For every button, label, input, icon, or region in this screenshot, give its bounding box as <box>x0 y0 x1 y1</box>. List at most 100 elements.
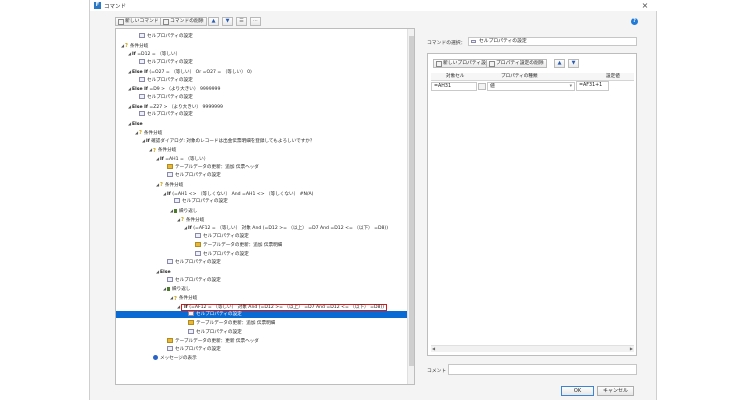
tree-row[interactable]: ◢? 条件分岐 <box>116 181 414 189</box>
delete-command-label: コマンドの削除 <box>170 19 204 24</box>
tree-row-keyword: If <box>160 156 164 162</box>
tree-row[interactable]: テーブルデータの更新：更新 伝票ヘッダ <box>116 337 414 345</box>
tree-row[interactable]: ◢If (=AF12 = （等しい） 対象 And (=D12 >= （以上） … <box>116 303 414 311</box>
tree-row[interactable]: ◢If =D12 = （等しい） <box>116 50 414 57</box>
tree-row-keyword: If <box>132 52 136 58</box>
tree-row[interactable]: セルプロパティの設定 <box>116 172 414 179</box>
tree-row-label: 繰り返し <box>172 287 191 293</box>
tree-row[interactable]: ◢ 繰り返し <box>116 207 414 214</box>
tree-row-content: セルプロパティの設定 <box>196 330 242 335</box>
tree-row[interactable]: ◢If =AH1 = （等しい） <box>116 155 414 162</box>
tree-row[interactable]: ◢? 条件分岐 <box>116 129 414 137</box>
tree-row[interactable]: ◢Else <box>116 120 414 127</box>
delete-property-label: プロパティ設定の削除 <box>496 61 544 66</box>
tree-row-content: If =AH1 = （等しい） <box>160 157 208 162</box>
tree-row[interactable]: セルプロパティの設定 <box>116 259 414 266</box>
cell-picker-icon[interactable] <box>478 83 486 90</box>
tree-scrollbar[interactable] <box>407 29 414 384</box>
move-up-button[interactable]: ▲ <box>208 17 219 26</box>
target-cell-input[interactable]: =AH31 <box>431 82 477 91</box>
tree-row-label: セルプロパティの設定 <box>203 234 249 240</box>
tree-row-content: Else If (=O27 = （等しい） Or =O27 = （等しい） 0) <box>132 70 252 75</box>
tree-row-label: =D9 > （より大きい） 9999999 <box>149 87 221 93</box>
tree-row[interactable]: ◢? 条件分岐 <box>116 294 414 302</box>
help-icon[interactable]: ? <box>631 18 638 25</box>
move-down-button[interactable]: ▼ <box>222 17 233 26</box>
tree-row[interactable]: ◢If (=AF12 = （等しい） 対象 And (=D12 >= （以上） … <box>116 224 414 231</box>
tree-row-content: If =D12 = （等しい） <box>132 52 180 57</box>
tree-row-label: セルプロパティの設定 <box>175 277 221 283</box>
new-property-button[interactable]: 新しいプロパティ設定 <box>433 59 494 68</box>
header-property-type: プロパティの種類 <box>501 74 538 79</box>
property-icon <box>174 198 180 204</box>
tree-row-keyword: If <box>146 139 150 145</box>
command-dialog: F コマンド × ? 新しいコマンド コマンドの削除 ▲ ▼ ☰ ⋯ セルプロパ… <box>89 0 658 400</box>
delete-command-button[interactable]: コマンドの削除 <box>160 17 207 26</box>
more-button[interactable]: ⋯ <box>250 17 261 26</box>
property-icon <box>139 59 145 65</box>
property-type-select[interactable]: 値 ▾ <box>487 82 575 91</box>
tree-row[interactable]: ◢Else If (=O27 = （等しい） Or =O27 = （等しい） 0… <box>116 68 414 75</box>
tree-row-label: 条件分岐 <box>164 182 184 188</box>
close-icon[interactable]: × <box>639 0 651 11</box>
tree-row[interactable]: セルプロパティの設定 <box>116 76 414 84</box>
tree-row-label: セルプロパティの設定 <box>175 347 221 353</box>
tree-row[interactable]: セルプロパティの設定 <box>116 250 414 258</box>
tree-row[interactable]: セルプロパティの設定 <box>116 93 414 101</box>
tree-row-content: 条件分岐 <box>130 44 148 49</box>
command-select-value: セルプロパティの設定 <box>479 39 527 44</box>
loop-icon <box>167 286 170 291</box>
tree-row[interactable]: ◢Else If =D9 > （より大きい） 9999999 <box>116 85 414 92</box>
scroll-left-icon[interactable]: ◀ <box>432 346 435 351</box>
tree-row[interactable]: テーブルデータの更新：追加 伝票明細 <box>116 241 414 249</box>
tree-row[interactable]: ◢If 確認ダイアログ: 対象のレコードは出金伝票明細を登録してもよろしいですか… <box>116 137 414 145</box>
command-select-dropdown[interactable]: セルプロパティの設定 <box>468 37 637 46</box>
tree-row[interactable]: ◢Else <box>116 268 414 275</box>
tree-row[interactable]: セルプロパティの設定 <box>116 198 414 205</box>
tree-row[interactable]: セルプロパティの設定 <box>116 328 414 336</box>
tree-row[interactable]: ◢Else If =Z27 > （より大きい） 9999999 <box>116 103 414 110</box>
tree-row[interactable]: セルプロパティの設定 <box>116 311 414 319</box>
tree-row[interactable]: セルプロパティの設定 <box>116 233 414 240</box>
new-command-button[interactable]: 新しいコマンド <box>115 17 162 26</box>
header-value: 設定値 <box>606 74 620 79</box>
tree-row[interactable]: セルプロパティの設定 <box>116 111 414 118</box>
scroll-right-icon[interactable]: ▶ <box>630 346 633 351</box>
cancel-button[interactable]: キャンセル <box>597 386 634 396</box>
condition-icon: ? <box>174 295 177 302</box>
value-input[interactable]: =AF31+1 <box>576 81 609 91</box>
tree-row-label: セルプロパティの設定 <box>147 77 193 83</box>
tree-row[interactable]: ◢? 条件分岐 <box>116 216 414 224</box>
condition-icon: ? <box>160 182 163 189</box>
property-hscrollbar[interactable]: ◀ ▶ <box>431 345 634 352</box>
tree-row[interactable]: ◢? 条件分岐 <box>116 42 414 50</box>
highlighted-condition: If (=AF12 = （等しい） 対象 And (=D12 >= （以上） =… <box>181 303 387 311</box>
tree-row[interactable]: ◢? 条件分岐 <box>116 146 414 154</box>
comment-input[interactable] <box>448 364 637 375</box>
tree-row[interactable]: メッセージの表示 <box>116 354 414 362</box>
tree-row[interactable]: ◢ 繰り返し <box>116 285 414 293</box>
delete-property-button[interactable]: プロパティ設定の削除 <box>486 59 547 68</box>
tree-row-content: 条件分岐 <box>158 148 176 153</box>
new-property-icon <box>436 61 442 67</box>
tree-row[interactable]: ◢If (=AH1 <> （等しくない） And =AH1 <> （等しくない）… <box>116 190 414 197</box>
tree-row-content: テーブルデータの更新：追加 伝票明細 <box>196 321 275 326</box>
align-button[interactable]: ☰ <box>236 17 247 26</box>
tree-row[interactable]: テーブルデータの更新：追加 伝票ヘッダ <box>116 163 414 171</box>
table-update-icon <box>167 337 173 343</box>
tree-row[interactable]: セルプロパティの設定 <box>116 33 414 40</box>
tree-row[interactable]: セルプロパティの設定 <box>116 346 414 353</box>
property-move-up-button[interactable]: ▲ <box>554 59 565 68</box>
tree-row[interactable]: テーブルデータの更新：追加 伝票明細 <box>116 320 414 327</box>
ok-button[interactable]: OK <box>561 386 594 396</box>
tree-row[interactable]: セルプロパティの設定 <box>116 59 414 66</box>
property-move-down-button[interactable]: ▼ <box>568 59 579 68</box>
tree-row-content: 条件分岐 <box>144 131 162 136</box>
tree-row-content: If (=AH1 <> （等しくない） And =AH1 <> （等しくない） … <box>167 192 313 197</box>
tree-row-keyword: Else If <box>132 104 148 110</box>
tree-row-content: セルプロパティの設定 <box>147 112 193 117</box>
tree-row[interactable]: セルプロパティの設定 <box>116 276 414 284</box>
tree-row-label: セルプロパティの設定 <box>196 312 242 318</box>
tree-scroll-thumb[interactable] <box>409 36 414 366</box>
tree-row-content: Else If =D9 > （より大きい） 9999999 <box>132 87 220 92</box>
